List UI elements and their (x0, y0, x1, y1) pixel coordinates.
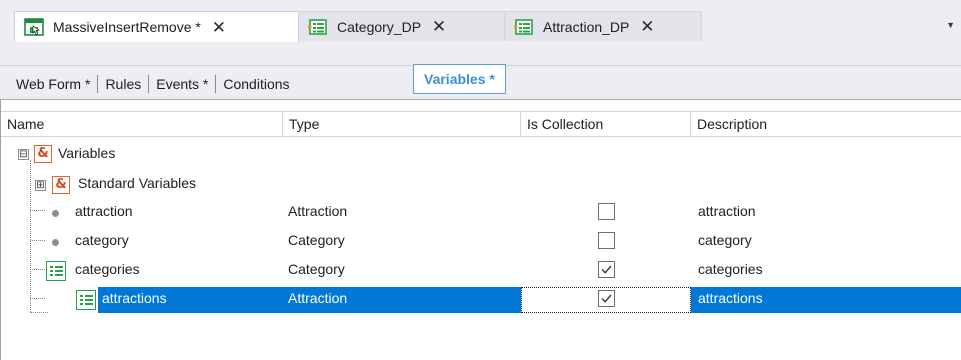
collection-icon (46, 261, 66, 281)
is-collection-checkbox[interactable] (598, 261, 615, 278)
column-header-description[interactable]: Description (691, 112, 961, 136)
variable-dot-icon (52, 239, 59, 246)
variable-type: Attraction (288, 290, 348, 306)
tree-node-standard-variables[interactable]: ⊞ & Standard Variables (1, 171, 961, 199)
variable-row[interactable]: categories Category categories (1, 257, 961, 285)
variable-type: Category (288, 232, 345, 248)
variable-name: attractions (102, 290, 167, 306)
tab-events[interactable]: Events * (156, 76, 208, 92)
variable-name: category (75, 232, 129, 248)
tab-attraction-dp[interactable]: Attraction_DP ✕ (505, 11, 702, 41)
node-label: Variables (58, 145, 116, 161)
tab-massive-insert-remove[interactable]: MassiveInsertRemove * ✕ (14, 11, 299, 42)
variable-type: Category (288, 261, 345, 277)
is-collection-checkbox[interactable] (598, 290, 615, 307)
variable-description: category (698, 232, 752, 248)
is-collection-checkbox[interactable] (598, 232, 615, 249)
checkmark-icon (601, 294, 612, 303)
column-header-is-collection[interactable]: Is Collection (521, 112, 691, 136)
variable-dot-icon (52, 210, 59, 217)
tab-label: Attraction_DP (543, 18, 630, 35)
variable-type: Attraction (288, 203, 348, 219)
data-provider-icon (308, 18, 327, 35)
webpanel-icon (24, 18, 44, 36)
expand-icon[interactable]: ⊞ (35, 180, 46, 191)
tab-rules[interactable]: Rules (105, 76, 141, 92)
data-provider-icon (514, 18, 533, 35)
variable-name: attraction (75, 203, 133, 219)
tab-label: MassiveInsertRemove * (53, 19, 201, 35)
collapse-icon[interactable]: ⊟ (18, 149, 29, 160)
tab-separator (97, 75, 99, 93)
variables-grid: Name Type Is Collection Description ⊟ & … (0, 100, 961, 360)
collection-icon (76, 290, 96, 310)
variable-row[interactable]: category Category category (1, 228, 961, 256)
column-header-type[interactable]: Type (283, 112, 521, 136)
variable-description: attraction (698, 203, 756, 219)
is-collection-checkbox[interactable] (598, 203, 615, 220)
close-icon[interactable]: ✕ (639, 18, 655, 35)
tab-category-dp[interactable]: Category_DP ✕ (299, 11, 505, 41)
tab-list-dropdown-icon[interactable]: ▼ (946, 20, 955, 30)
close-icon[interactable]: ✕ (211, 19, 227, 36)
document-tab-strip: MassiveInsertRemove * ✕ Category_DP ✕ At… (0, 0, 961, 66)
ampersand-icon: & (34, 145, 52, 163)
ampersand-icon: & (52, 176, 70, 194)
node-label: Standard Variables (78, 175, 197, 191)
tab-separator (148, 75, 150, 93)
variable-description: categories (698, 261, 763, 277)
grid-header: Name Type Is Collection Description (1, 111, 961, 137)
checkmark-icon (601, 265, 612, 274)
tree-node-variables[interactable]: ⊟ & Variables (1, 141, 961, 169)
close-icon[interactable]: ✕ (431, 18, 447, 35)
tab-label: Category_DP (337, 18, 422, 35)
variable-row[interactable]: attraction Attraction attraction (1, 199, 961, 227)
tab-conditions[interactable]: Conditions (223, 76, 289, 92)
tab-separator (215, 75, 217, 93)
tab-web-form[interactable]: Web Form * (16, 76, 90, 92)
column-header-name[interactable]: Name (1, 112, 283, 136)
variable-description: attractions (698, 290, 763, 306)
variable-name: categories (75, 261, 140, 277)
tab-variables[interactable]: Variables * (413, 64, 506, 94)
variable-row-selected[interactable]: attractions Attraction attractions (1, 286, 961, 314)
